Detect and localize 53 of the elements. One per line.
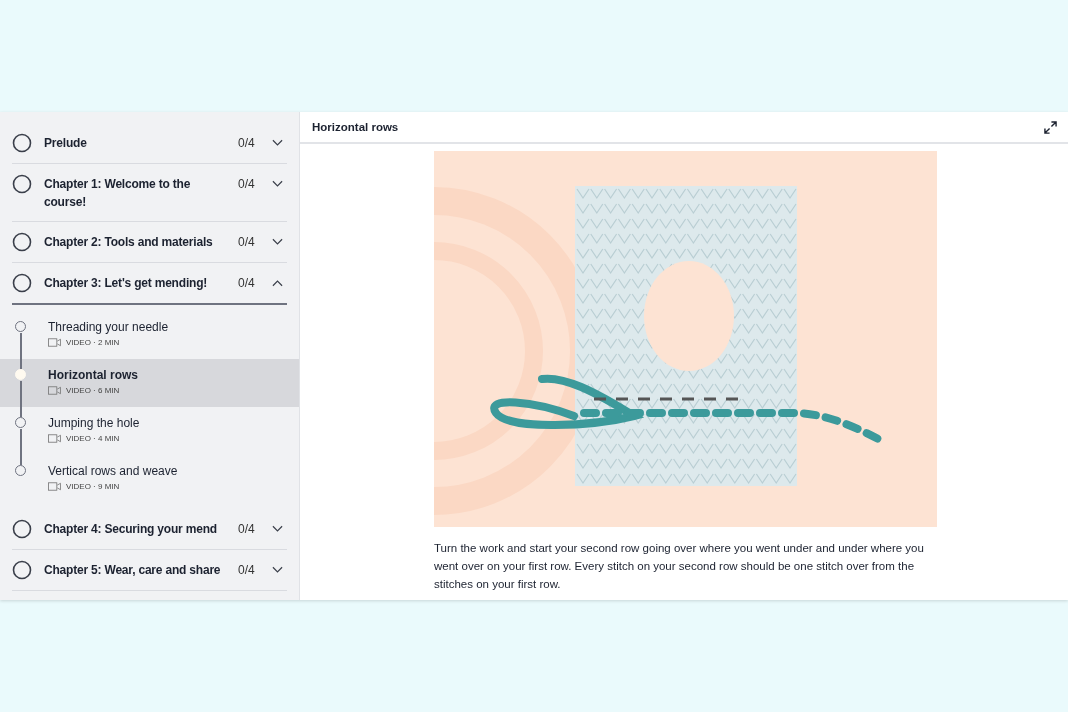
video-camera-icon <box>48 434 61 443</box>
lesson-status-dot <box>15 465 26 476</box>
lesson-item[interactable]: Threading your needle VIDEO · 2 MIN <box>0 311 299 359</box>
lesson-item[interactable]: Vertical rows and weave VIDEO · 9 MIN <box>0 455 299 503</box>
chapter-row[interactable]: Prelude 0/4 <box>12 123 287 164</box>
lesson-meta: VIDEO · 4 MIN <box>66 434 120 443</box>
video-camera-icon <box>48 482 61 491</box>
fullscreen-icon[interactable] <box>1044 120 1057 134</box>
chapter-progress: 0/4 <box>238 135 256 152</box>
chevron-down-icon[interactable] <box>272 139 283 147</box>
progress-circle-icon <box>12 232 32 252</box>
chapter-row[interactable]: Chapter 3: Let's get mending! 0/4 <box>12 263 287 305</box>
chapter-progress: 0/4 <box>238 521 256 538</box>
lesson-status-dot <box>15 321 26 332</box>
lesson-item[interactable]: Jumping the hole VIDEO · 4 MIN <box>0 407 299 455</box>
chapter-progress: 0/4 <box>238 234 256 251</box>
lesson-item[interactable]: Horizontal rows VIDEO · 6 MIN <box>0 359 299 407</box>
chapter-row[interactable]: Chapter 1: Welcome to the course! 0/4 <box>12 164 287 222</box>
chapter-title: Chapter 4: Securing your mend <box>44 521 218 538</box>
lesson-meta: VIDEO · 2 MIN <box>66 338 120 347</box>
progress-circle-icon <box>12 273 32 293</box>
chapter-title: Chapter 5: Wear, care and share <box>44 562 222 579</box>
lesson-heading: Horizontal rows <box>312 121 399 133</box>
lesson-status-dot <box>15 417 26 428</box>
chapter-title: Prelude <box>44 135 88 152</box>
chevron-up-icon[interactable] <box>272 279 283 287</box>
chevron-down-icon[interactable] <box>272 566 283 574</box>
chapter-row[interactable]: Chapter 2: Tools and materials 0/4 <box>12 222 287 263</box>
progress-circle-icon <box>12 560 32 580</box>
chevron-down-icon[interactable] <box>272 180 283 188</box>
progress-circle-icon <box>12 174 32 194</box>
lesson-title: Vertical rows and weave <box>48 463 178 479</box>
chapter-progress: 0/4 <box>238 176 256 193</box>
chapter-progress: 0/4 <box>238 562 256 579</box>
video-camera-icon <box>48 386 61 395</box>
chevron-down-icon[interactable] <box>272 525 283 533</box>
video-camera-icon <box>48 338 61 347</box>
chapter-row[interactable]: Chapter 4: Securing your mend 0/4 <box>12 509 287 550</box>
chapter-title: Chapter 3: Let's get mending! <box>44 275 209 292</box>
chevron-down-icon[interactable] <box>272 238 283 246</box>
lesson-title: Threading your needle <box>48 319 169 335</box>
progress-circle-icon <box>12 519 32 539</box>
chapter-row[interactable]: Chapter 5: Wear, care and share 0/4 <box>12 550 287 591</box>
lesson-meta: VIDEO · 6 MIN <box>66 386 120 395</box>
progress-circle-icon <box>12 133 32 153</box>
lesson-description: Turn the work and start your second row going over where you went under and under where you went over on your first row. Every stitch on your second row should be one stitch over from the stitches on your first row. <box>434 541 925 592</box>
lesson-meta: VIDEO · 9 MIN <box>66 482 120 491</box>
lesson-title: Horizontal rows <box>48 367 138 383</box>
chapter-title: Chapter 2: Tools and materials <box>44 234 214 251</box>
lesson-title: Jumping the hole <box>48 415 140 431</box>
chapter-title: Chapter 1: Welcome to the course! <box>44 176 192 211</box>
chapter-progress: 0/4 <box>238 275 256 292</box>
lesson-status-dot <box>15 369 26 380</box>
